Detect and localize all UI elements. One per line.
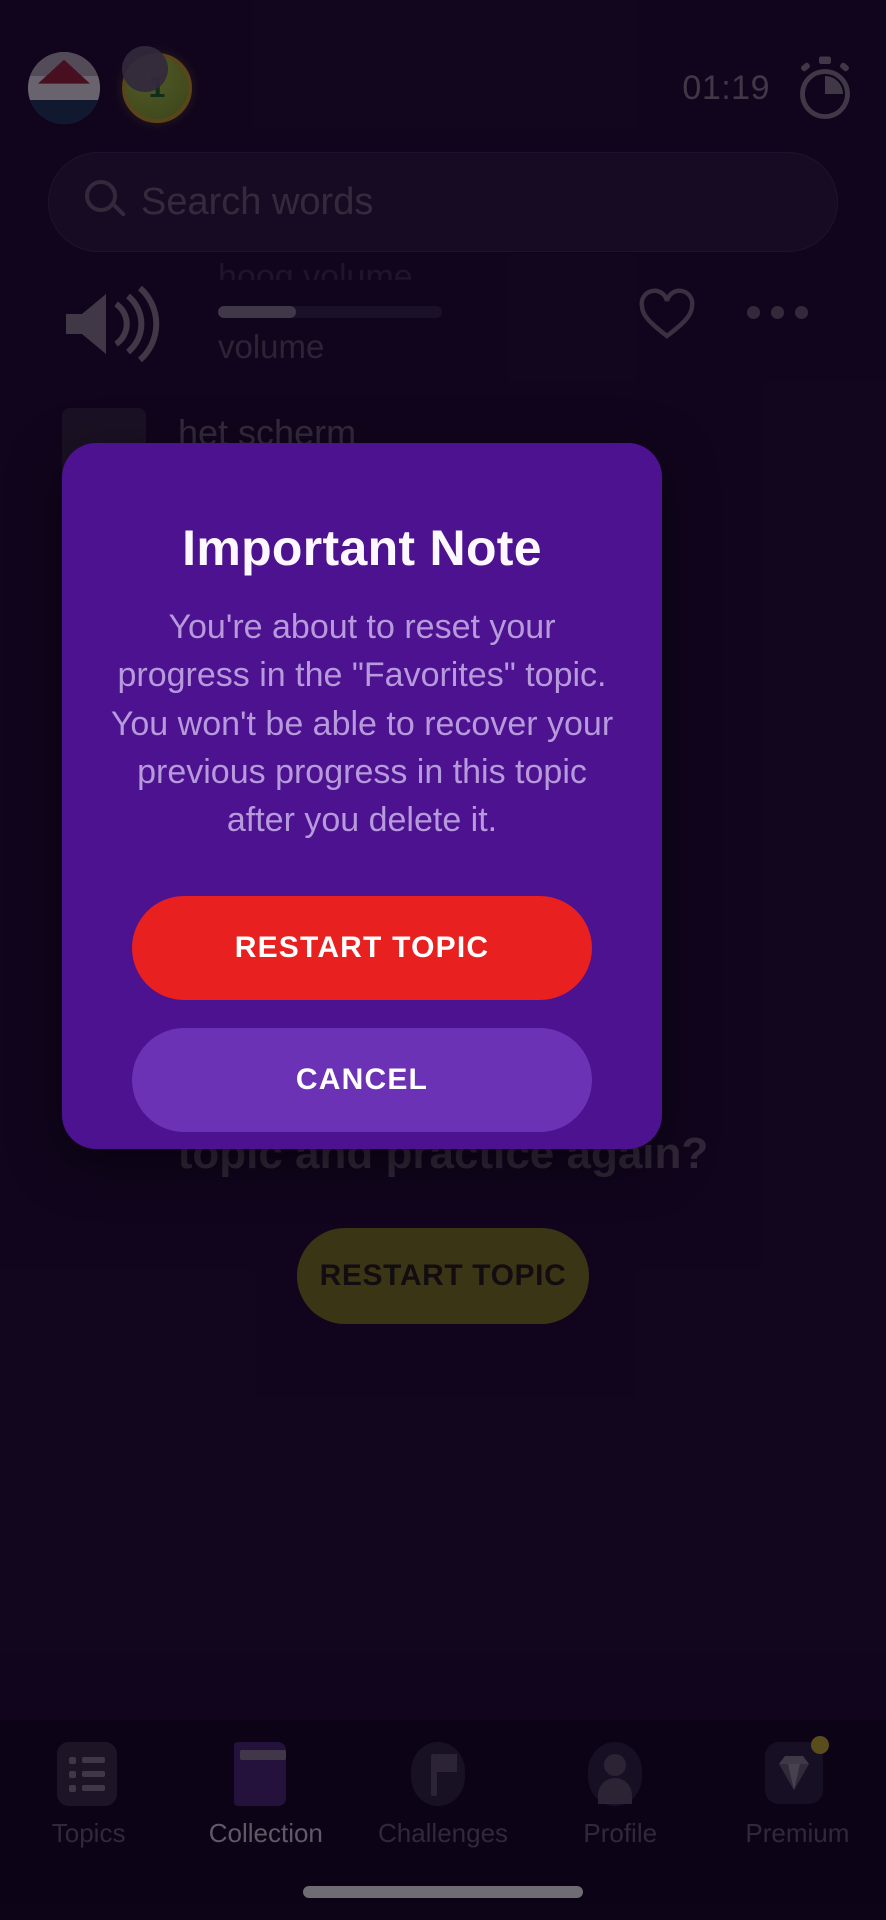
dialog-body: You're about to reset your progress in t… [110,608,614,840]
cancel-label: CANCEL [295,1063,429,1097]
important-note-dialog: Important Note You're about to reset you… [62,443,662,1149]
cancel-button[interactable]: CANCEL [132,1028,592,1133]
restart-topic-label: RESTART TOPIC [234,931,490,965]
dialog-title: Important Note [182,520,542,576]
restart-topic-button[interactable]: RESTART TOPIC [132,896,592,1001]
